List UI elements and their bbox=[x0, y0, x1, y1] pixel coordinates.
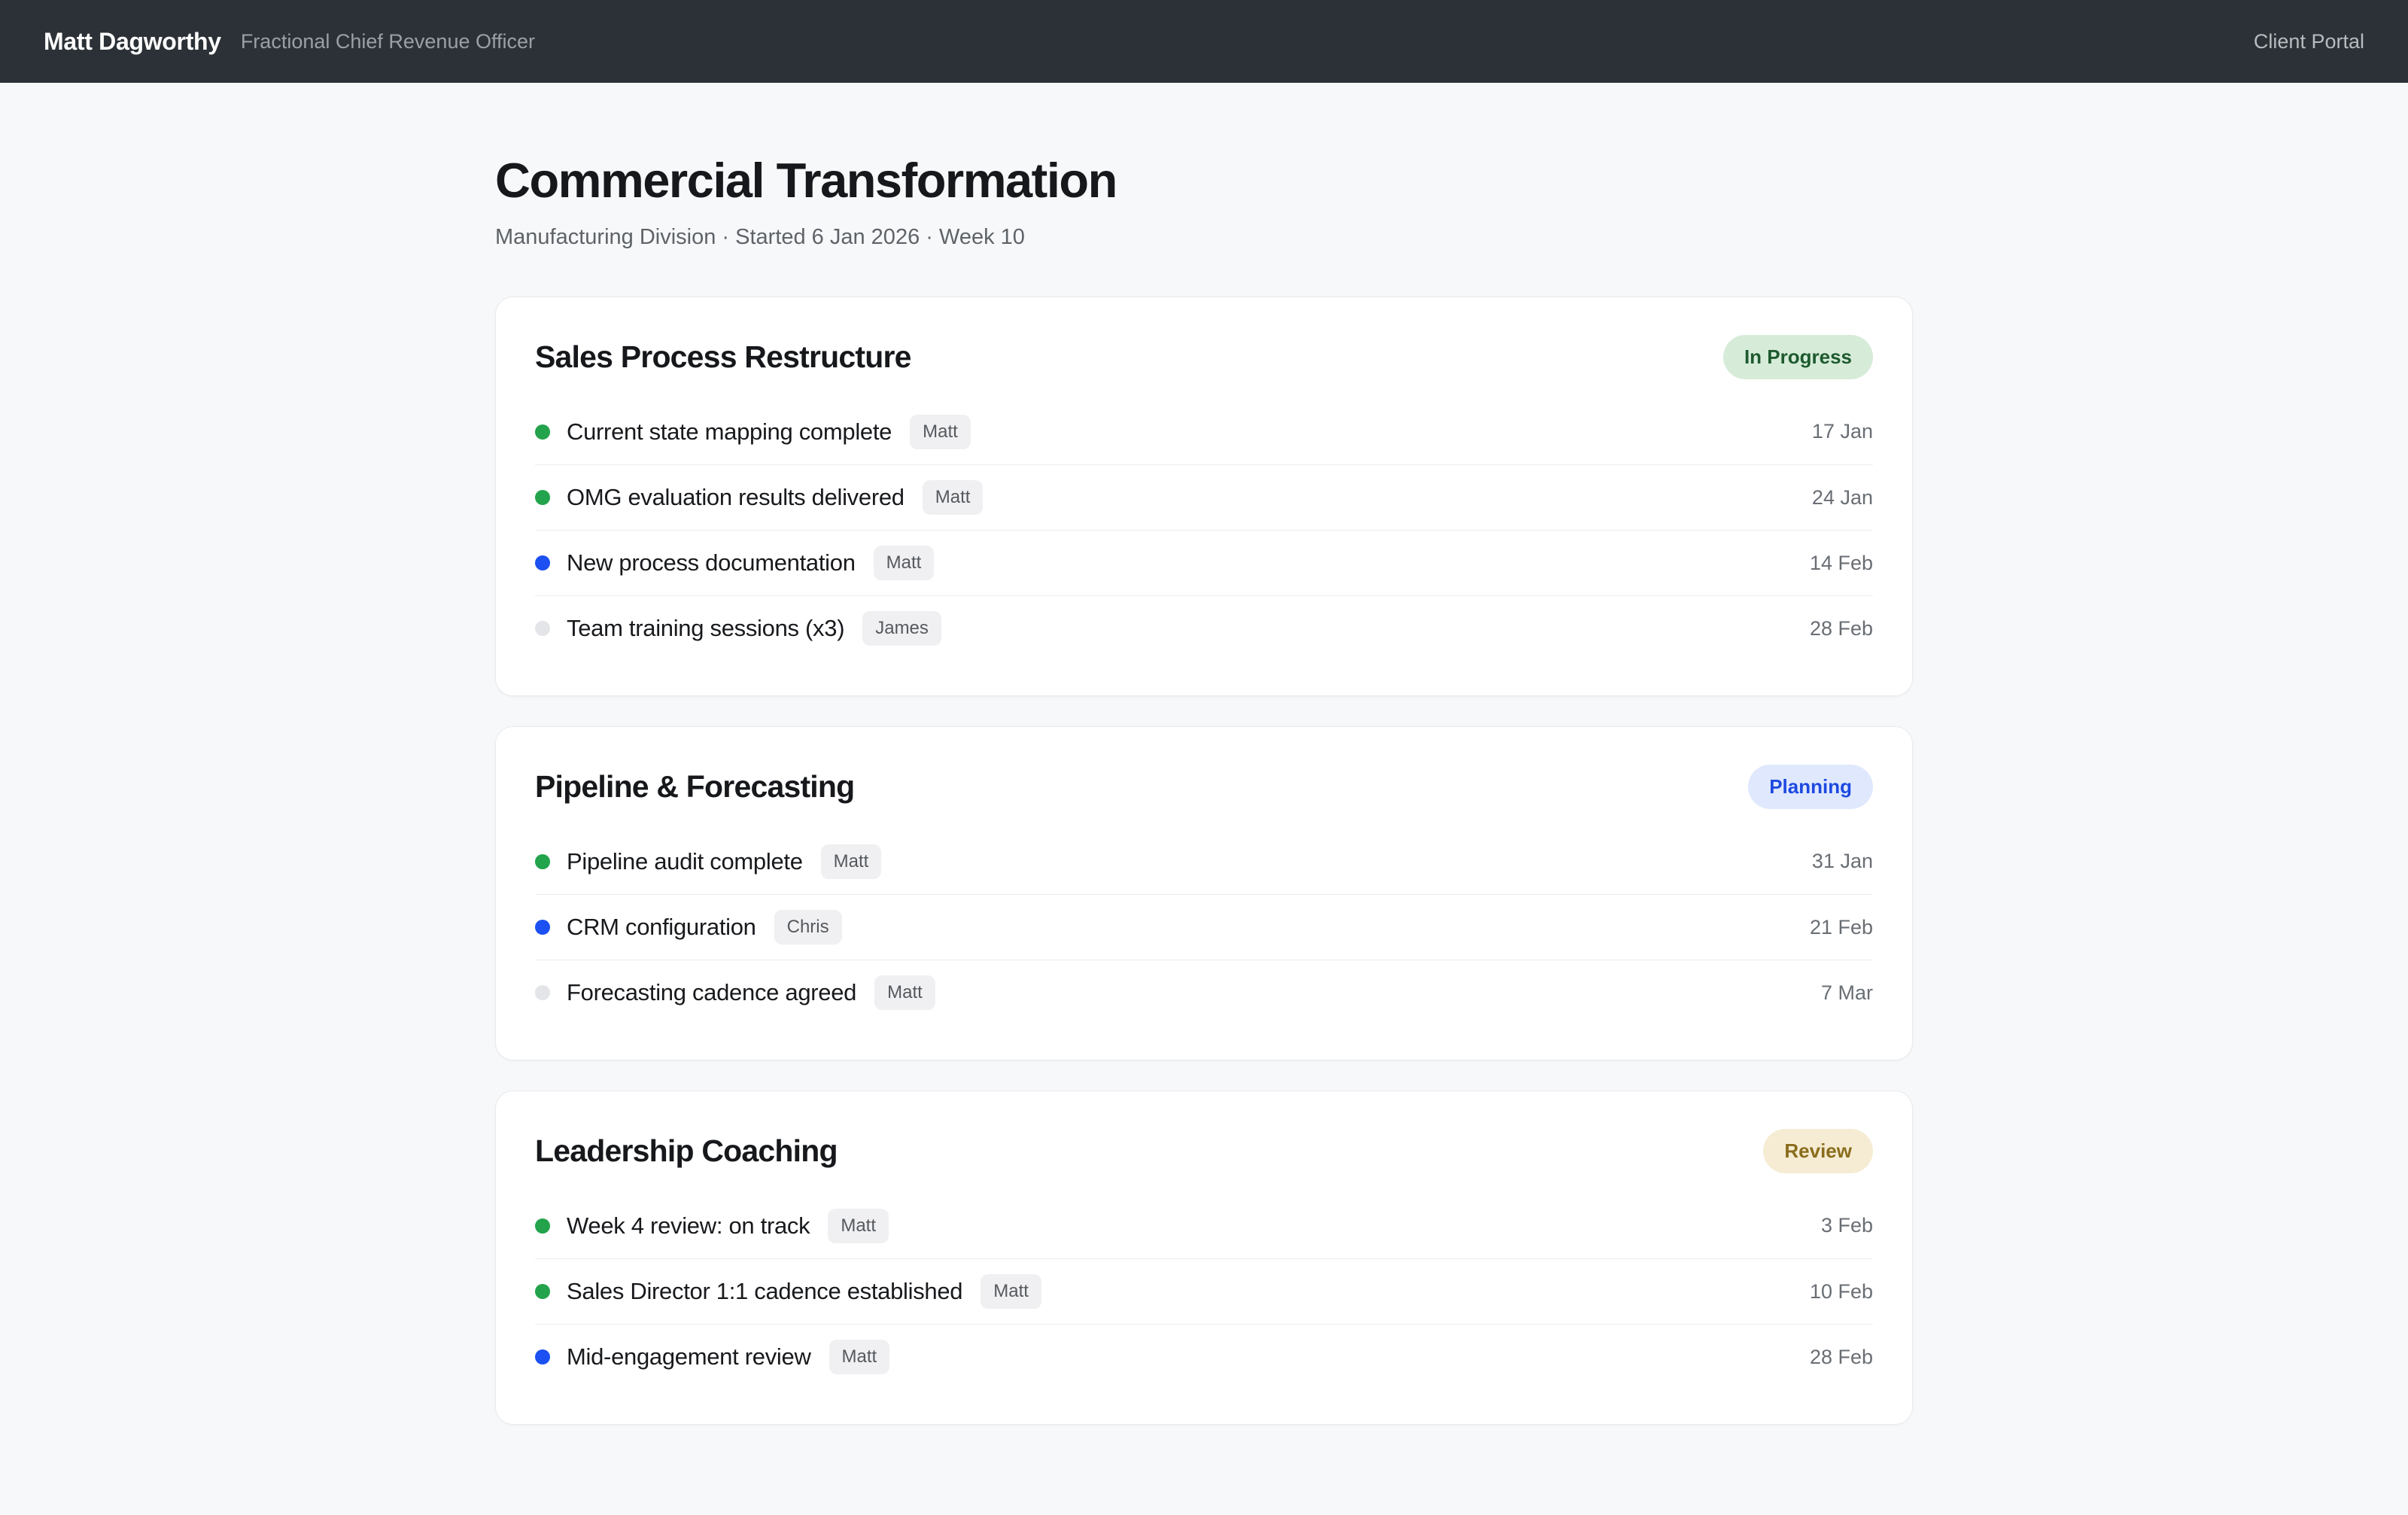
card-header: Sales Process Restructure In Progress bbox=[535, 335, 1873, 379]
due-date: 28 Feb bbox=[1810, 1346, 1873, 1369]
owner-pill: Matt bbox=[981, 1274, 1041, 1309]
milestone-row: Team training sessions (x3) James 28 Feb bbox=[535, 595, 1873, 661]
milestone-row: Week 4 review: on track Matt 3 Feb bbox=[535, 1193, 1873, 1258]
milestone-label: CRM configuration bbox=[567, 914, 756, 941]
project-card-list: Sales Process Restructure In Progress Cu… bbox=[495, 297, 1913, 1425]
status-dot-icon bbox=[535, 1218, 550, 1234]
milestone-label: Pipeline audit complete bbox=[567, 848, 803, 875]
owner-pill: Matt bbox=[923, 480, 984, 515]
milestone-row: New process documentation Matt 14 Feb bbox=[535, 530, 1873, 595]
status-dot-icon bbox=[535, 985, 550, 1000]
main-content: Commercial Transformation Manufacturing … bbox=[495, 83, 1913, 1515]
status-dot-icon bbox=[535, 920, 550, 935]
owner-pill: James bbox=[862, 611, 941, 646]
milestone-list: Current state mapping complete Matt 17 J… bbox=[535, 399, 1873, 661]
due-date: 7 Mar bbox=[1821, 981, 1873, 1005]
milestone-label: Mid-engagement review bbox=[567, 1343, 811, 1370]
due-date: 28 Feb bbox=[1810, 617, 1873, 640]
status-badge: Review bbox=[1763, 1129, 1873, 1173]
owner-pill: Matt bbox=[874, 975, 935, 1010]
consultant-role: Fractional Chief Revenue Officer bbox=[241, 30, 535, 53]
page-title: Commercial Transformation bbox=[495, 152, 1913, 208]
status-dot-icon bbox=[535, 621, 550, 636]
milestone-row: Pipeline audit complete Matt 31 Jan bbox=[535, 829, 1873, 894]
due-date: 21 Feb bbox=[1810, 916, 1873, 939]
owner-pill: Matt bbox=[821, 844, 882, 879]
milestone-list: Pipeline audit complete Matt 31 Jan CRM … bbox=[535, 829, 1873, 1025]
status-badge: Planning bbox=[1748, 765, 1873, 809]
project-card: Sales Process Restructure In Progress Cu… bbox=[495, 297, 1913, 696]
milestone-label: Forecasting cadence agreed bbox=[567, 979, 856, 1006]
due-date: 3 Feb bbox=[1821, 1214, 1873, 1237]
status-badge: In Progress bbox=[1723, 335, 1873, 379]
due-date: 31 Jan bbox=[1812, 850, 1873, 873]
milestone-label: OMG evaluation results delivered bbox=[567, 484, 905, 511]
status-dot-icon bbox=[535, 1284, 550, 1299]
card-header: Leadership Coaching Review bbox=[535, 1129, 1873, 1173]
milestone-row: Current state mapping complete Matt 17 J… bbox=[535, 399, 1873, 464]
status-dot-icon bbox=[535, 854, 550, 869]
client-portal-link[interactable]: Client Portal bbox=[2254, 30, 2364, 53]
status-dot-icon bbox=[535, 1349, 550, 1364]
due-date: 24 Jan bbox=[1812, 486, 1873, 510]
milestone-row: Sales Director 1:1 cadence established M… bbox=[535, 1258, 1873, 1324]
owner-pill: Matt bbox=[874, 546, 935, 580]
page-subtitle: Manufacturing Division · Started 6 Jan 2… bbox=[495, 225, 1913, 250]
owner-pill: Matt bbox=[910, 415, 971, 449]
owner-pill: Matt bbox=[828, 1209, 889, 1243]
status-dot-icon bbox=[535, 555, 550, 570]
milestone-row: OMG evaluation results delivered Matt 24… bbox=[535, 464, 1873, 530]
due-date: 17 Jan bbox=[1812, 420, 1873, 443]
milestone-label: Team training sessions (x3) bbox=[567, 615, 844, 642]
project-card: Leadership Coaching Review Week 4 review… bbox=[495, 1091, 1913, 1425]
milestone-label: Week 4 review: on track bbox=[567, 1212, 810, 1240]
topbar: Matt Dagworthy Fractional Chief Revenue … bbox=[0, 0, 2408, 83]
milestone-row: Mid-engagement review Matt 28 Feb bbox=[535, 1324, 1873, 1389]
milestone-label: New process documentation bbox=[567, 549, 856, 576]
card-title: Pipeline & Forecasting bbox=[535, 769, 854, 805]
milestone-list: Week 4 review: on track Matt 3 Feb Sales… bbox=[535, 1193, 1873, 1389]
card-header: Pipeline & Forecasting Planning bbox=[535, 765, 1873, 809]
milestone-label: Current state mapping complete bbox=[567, 418, 892, 446]
due-date: 10 Feb bbox=[1810, 1280, 1873, 1304]
milestone-row: Forecasting cadence agreed Matt 7 Mar bbox=[535, 960, 1873, 1025]
milestone-label: Sales Director 1:1 cadence established bbox=[567, 1278, 962, 1305]
status-dot-icon bbox=[535, 490, 550, 505]
status-dot-icon bbox=[535, 424, 550, 440]
due-date: 14 Feb bbox=[1810, 552, 1873, 575]
owner-pill: Chris bbox=[774, 910, 842, 945]
card-title: Leadership Coaching bbox=[535, 1133, 838, 1169]
consultant-name: Matt Dagworthy bbox=[44, 28, 221, 56]
project-card: Pipeline & Forecasting Planning Pipeline… bbox=[495, 726, 1913, 1060]
owner-pill: Matt bbox=[829, 1340, 890, 1374]
milestone-row: CRM configuration Chris 21 Feb bbox=[535, 894, 1873, 960]
card-title: Sales Process Restructure bbox=[535, 339, 911, 375]
